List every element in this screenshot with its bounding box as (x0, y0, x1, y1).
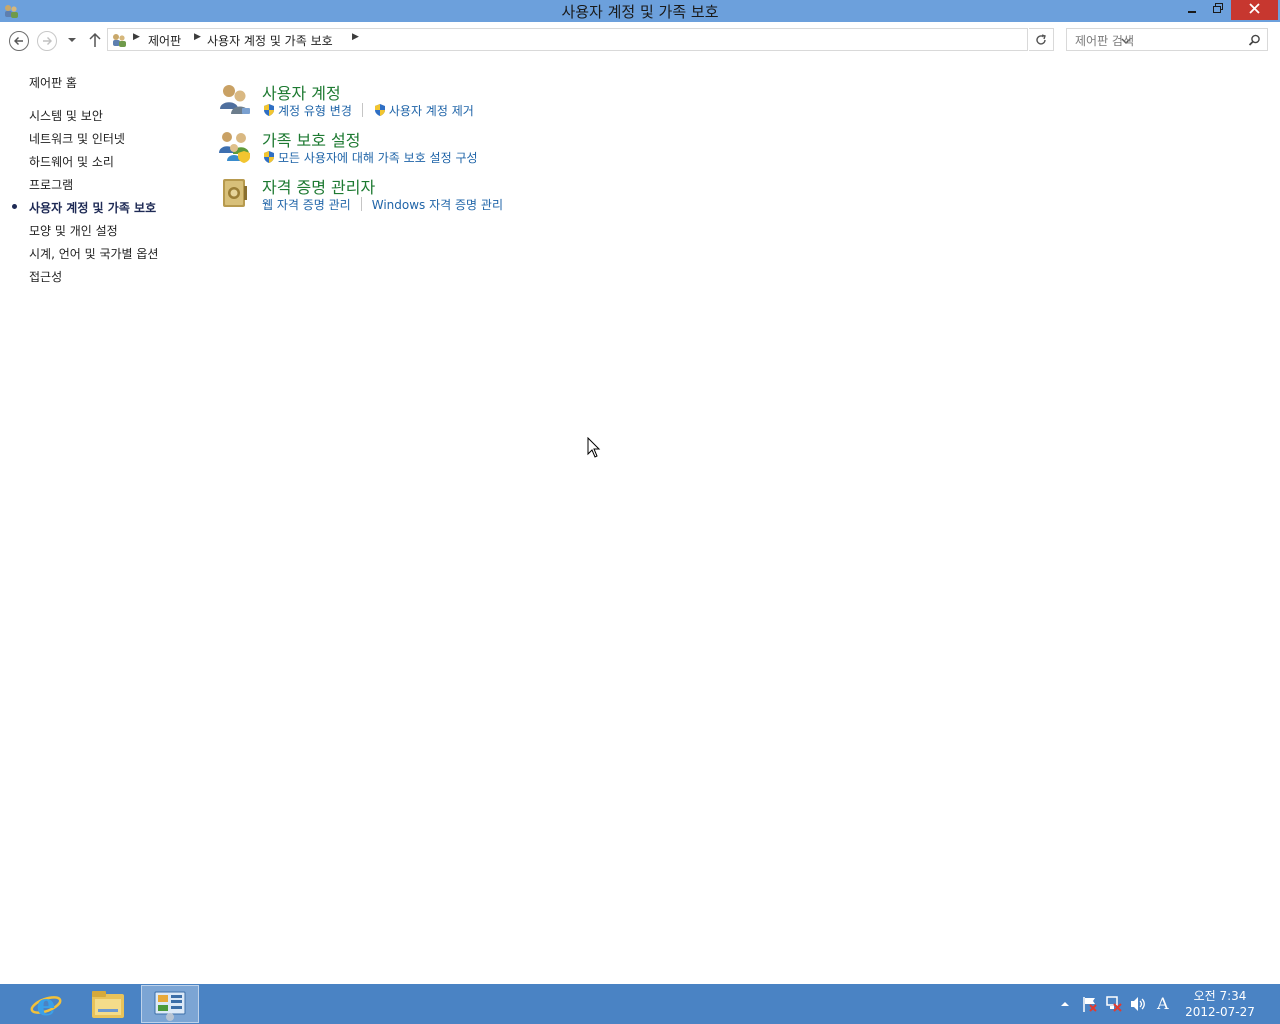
volume-icon[interactable] (1129, 994, 1147, 1014)
arrow-left-icon (14, 37, 23, 45)
clock-time: 오전 7:34 (1193, 989, 1247, 1003)
minimize-icon (1187, 11, 1196, 13)
refresh-icon (1036, 34, 1046, 45)
sidebar-item-network[interactable]: 네트워크 및 인터넷 (29, 130, 125, 147)
back-button[interactable] (9, 31, 29, 51)
family-safety-icon[interactable] (218, 129, 252, 163)
search-icon[interactable] (1248, 34, 1261, 47)
sidebar-item-home[interactable]: 제어판 홈 (29, 74, 77, 91)
search-input[interactable]: 제어판 검색 (1066, 28, 1268, 51)
shield-icon (264, 104, 274, 116)
address-bar[interactable]: ▶ 제어판 ▶ 사용자 계정 및 가족 보호 ▶ (107, 28, 1131, 51)
taskbar-control-panel[interactable] (141, 985, 199, 1023)
sidebar-item-user-accounts: 사용자 계정 및 가족 보호 (29, 201, 157, 215)
sidebar-item-accessibility[interactable]: 접근성 (29, 268, 62, 285)
minimize-button[interactable] (1178, 0, 1205, 20)
navigation-bar: ▶ 제어판 ▶ 사용자 계정 및 가족 보호 ▶ 제어판 검색 (0, 22, 1280, 59)
input-language-indicator[interactable]: A (1157, 994, 1169, 1013)
category-user-accounts: 사용자 계정 계정 유형 변경 사용자 계정 제거 (218, 82, 818, 128)
change-account-type-link[interactable]: 계정 유형 변경 (278, 102, 352, 119)
taskbar-internet-explorer[interactable]: e (17, 985, 75, 1023)
shield-icon (264, 151, 274, 163)
category-title[interactable]: 사용자 계정 (262, 80, 341, 104)
recent-locations-icon[interactable] (66, 33, 78, 47)
category-title[interactable]: 가족 보호 설정 (262, 127, 361, 151)
manage-windows-credentials-link[interactable]: Windows 자격 증명 관리 (372, 196, 503, 213)
setup-family-safety-link[interactable]: 모든 사용자에 대해 가족 보호 설정 구성 (278, 149, 478, 166)
network-disconnected-icon[interactable] (1105, 994, 1123, 1014)
user-accounts-icon[interactable] (218, 82, 252, 116)
svg-text:e: e (36, 988, 55, 1023)
category-credential-manager: 자격 증명 관리자 웹 자격 증명 관리 Windows 자격 증명 관리 (218, 176, 818, 222)
title-bar: 사용자 계정 및 가족 보호 (0, 0, 1280, 22)
internet-explorer-icon: e (30, 988, 62, 1023)
chevron-right-icon[interactable]: ▶ (352, 32, 359, 42)
breadcrumb-control-panel[interactable]: 제어판 (148, 32, 181, 49)
clock-date: 2012-07-27 (1185, 1005, 1255, 1019)
search-placeholder: 제어판 검색 (1075, 34, 1135, 48)
sidebar-item-appearance[interactable]: 모양 및 개인 설정 (29, 222, 118, 239)
taskbar-file-explorer[interactable] (79, 985, 137, 1023)
sidebar-item-programs[interactable]: 프로그램 (29, 176, 73, 193)
chevron-right-icon[interactable]: ▶ (133, 32, 140, 42)
taskbar: e A 오전 7:34 2012-07-27 (0, 984, 1280, 1024)
manage-web-credentials-link[interactable]: 웹 자격 증명 관리 (262, 196, 351, 213)
window-title: 사용자 계정 및 가족 보호 (561, 3, 719, 21)
sidebar-item-clock-language[interactable]: 시계, 언어 및 국가별 옵션 (29, 245, 158, 262)
user-accounts-icon (113, 34, 126, 47)
action-center-flag-icon[interactable] (1081, 994, 1099, 1014)
up-arrow-icon[interactable] (87, 31, 103, 49)
remove-user-accounts-link[interactable]: 사용자 계정 제거 (389, 102, 474, 119)
restore-button[interactable] (1204, 0, 1231, 20)
system-clock[interactable]: 오전 7:34 2012-07-27 (1182, 988, 1258, 1020)
current-item-bullet (12, 204, 17, 209)
forward-button[interactable] (37, 31, 57, 51)
sidebar-item-hardware[interactable]: 하드웨어 및 소리 (29, 153, 114, 170)
close-icon (1249, 3, 1260, 14)
restore-icon (1212, 3, 1223, 13)
refresh-button[interactable] (1029, 28, 1054, 51)
mouse-cursor-icon (587, 437, 601, 458)
category-title[interactable]: 자격 증명 관리자 (262, 174, 375, 198)
show-hidden-icons-icon[interactable] (1059, 994, 1071, 1014)
shield-icon (374, 104, 385, 116)
file-explorer-icon (92, 991, 124, 1018)
breadcrumb-user-accounts[interactable]: 사용자 계정 및 가족 보호 (207, 32, 333, 49)
chevron-right-icon[interactable]: ▶ (194, 32, 201, 42)
arrow-right-icon (43, 37, 52, 45)
category-family-safety: 가족 보호 설정 모든 사용자에 대해 가족 보호 설정 구성 (218, 129, 818, 175)
credential-manager-icon[interactable] (218, 176, 252, 210)
close-button[interactable] (1231, 0, 1278, 20)
sidebar-item-system-security[interactable]: 시스템 및 보안 (29, 107, 103, 124)
control-panel-icon (154, 991, 186, 1021)
